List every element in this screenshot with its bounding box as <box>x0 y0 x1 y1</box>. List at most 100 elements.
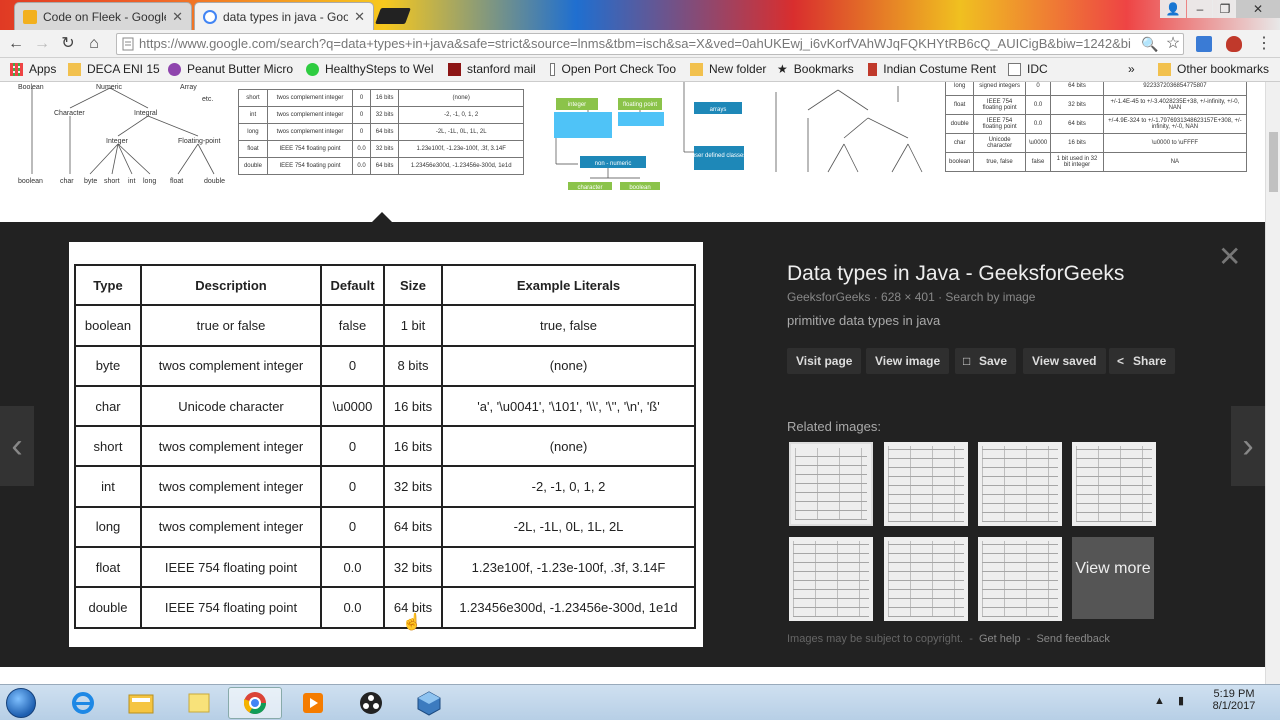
tab-title: Code on Fleek - Google <box>43 9 167 24</box>
forward-arrow-icon[interactable]: → <box>32 34 52 54</box>
image-info: Data types in Java - GeeksforGeeks Geeks… <box>787 262 1247 328</box>
save-button[interactable]: □ Save <box>955 348 1017 374</box>
close-tab-icon[interactable]: ✕ <box>172 9 183 25</box>
bookmark-indian-costume[interactable]: Indian Costume Rent <box>868 62 996 76</box>
table-cell: true or false <box>140 304 322 347</box>
type-tree-diagram-small <box>775 86 923 173</box>
scrollbar-thumb[interactable] <box>1269 132 1278 192</box>
mini-range-cell: 9223372036854775807 <box>1102 82 1248 96</box>
result-thumbnail-table[interactable]: short twos complement integer 0 16 bits (non… <box>238 82 526 190</box>
tree-leaf: char <box>60 178 74 185</box>
close-window-button[interactable]: ✕ <box>1236 0 1280 18</box>
tab-code-on-fleek[interactable]: Code on Fleek - Google ✕ <box>14 2 192 30</box>
new-tab-button[interactable] <box>375 8 411 24</box>
diagram-label: integer <box>568 102 586 108</box>
shield-extension-icon[interactable] <box>1226 36 1242 52</box>
view-more-button[interactable]: View more <box>1072 537 1154 619</box>
folder-icon <box>68 62 81 76</box>
chrome-icon[interactable] <box>228 687 282 719</box>
view-saved-button[interactable]: View saved <box>1023 348 1106 374</box>
related-image[interactable] <box>789 537 873 621</box>
next-image-arrow[interactable]: › <box>1231 406 1265 486</box>
bookmark-star-icon[interactable]: ☆ <box>1163 34 1183 54</box>
google-favicon-icon <box>203 9 217 24</box>
table-cell: int <box>74 465 142 508</box>
preview-image[interactable]: Type Description Default Size Example Li… <box>69 242 703 647</box>
address-bar[interactable]: https://www.google.com/search?q=data+typ… <box>116 33 1184 55</box>
related-image[interactable] <box>789 442 873 526</box>
mini-range-cell: 1 bit used in 32 bit integer <box>1050 152 1104 172</box>
bookmark-peanut-butter[interactable]: Peanut Butter Micro <box>168 62 293 76</box>
mini-range-cell: boolean <box>945 152 975 172</box>
mini-table-cell: 64 bits <box>369 157 400 175</box>
tray-expand-icon[interactable]: ▲ <box>1154 695 1165 707</box>
zoom-icon[interactable]: 🔍 <box>1140 34 1160 54</box>
page-scrollbar[interactable] <box>1265 82 1280 684</box>
table-cell: true, false <box>441 304 696 347</box>
user-profile-icon[interactable]: 👤 <box>1160 0 1186 18</box>
bookmark-open-port-check[interactable]: Open Port Check Too <box>550 62 676 76</box>
related-image[interactable] <box>884 537 968 621</box>
mini-table-cell: twos complement integer <box>266 106 354 124</box>
table-cell: 64 bits <box>383 505 443 549</box>
table-cell: 8 bits <box>383 344 443 387</box>
page-info-icon[interactable] <box>122 37 134 51</box>
minimize-button[interactable]: – <box>1187 0 1213 18</box>
image-title[interactable]: Data types in Java - GeeksforGeeks <box>787 262 1247 286</box>
result-thumbnail-diagram[interactable]: integer floating point arrays non - nume… <box>548 82 748 190</box>
share-button[interactable]: < Share <box>1109 348 1176 374</box>
sticky-notes-icon[interactable] <box>172 687 226 719</box>
result-thumbnail-table-2[interactable]: long signed integers 0 64 bits 9223372036854… <box>945 82 1249 184</box>
virtualbox-icon[interactable] <box>402 687 456 719</box>
mini-table-cell: IEEE 754 floating point <box>266 157 354 175</box>
related-image[interactable] <box>978 537 1062 621</box>
related-image[interactable] <box>884 442 968 526</box>
back-arrow-icon[interactable]: ← <box>6 34 26 54</box>
result-thumbnail-tree[interactable]: Boolean Numeric Array etc. Character Int… <box>10 82 230 190</box>
table-cell: twos complement integer <box>140 425 322 468</box>
get-help-link[interactable]: Get help <box>979 633 1021 645</box>
clock[interactable]: 5:19 PM 8/1/2017 <box>1206 688 1262 712</box>
table-cell: 1.23e100f, -1.23e-100f, .3f, 3.14F <box>441 546 696 589</box>
battery-icon[interactable]: ▮ <box>1178 694 1184 707</box>
bookmark-bookmarks[interactable]: ★ Bookmarks <box>777 62 854 76</box>
obs-icon[interactable] <box>344 687 398 719</box>
bookmark-idc[interactable]: IDC <box>1008 62 1048 76</box>
view-image-button[interactable]: View image <box>866 348 950 374</box>
result-thumbnail-tree-2[interactable] <box>758 82 934 190</box>
diagram-label: boolean <box>629 185 650 190</box>
menu-icon[interactable]: ⋮ <box>1254 34 1274 54</box>
data-types-table: Type Description Default Size Example Li… <box>74 263 696 629</box>
close-tab-icon[interactable]: ✕ <box>354 9 365 25</box>
extension-icon[interactable] <box>1196 36 1212 52</box>
mini-range-cell: +/-4.9E-324 to +/-1.7976931348623157E+30… <box>1102 114 1248 134</box>
data-type-flow-diagram: integer floating point arrays non - nume… <box>554 82 746 190</box>
mini-table-cell: twos complement integer <box>266 123 354 141</box>
bookmark-healthysteps[interactable]: HealthySteps to Wel <box>306 62 434 76</box>
bookmark-label: » <box>1128 62 1135 76</box>
column-header: Default <box>320 263 385 307</box>
bookmark-apps[interactable]: Apps <box>10 62 56 76</box>
restore-button[interactable]: ❐ <box>1212 0 1238 18</box>
reload-icon[interactable]: ↻ <box>58 34 78 54</box>
send-feedback-link[interactable]: Send feedback <box>1036 633 1109 645</box>
bookmark-icon: □ <box>963 354 971 368</box>
home-icon[interactable]: ⌂ <box>84 34 104 54</box>
visit-page-button[interactable]: Visit page <box>787 348 862 374</box>
tree-label: etc. <box>202 96 213 103</box>
bookmark-stanford-mail[interactable]: stanford mail <box>448 62 536 76</box>
related-image[interactable] <box>1072 442 1156 526</box>
bookmark-deca[interactable]: DECA ENI 15 <box>68 62 160 76</box>
tab-data-types-in-java[interactable]: data types in java - Goog ✕ <box>194 2 374 30</box>
file-explorer-icon[interactable] <box>114 687 168 719</box>
media-player-icon[interactable] <box>286 687 340 719</box>
diagram-label: non - numeric <box>595 161 632 167</box>
related-image[interactable] <box>978 442 1062 526</box>
start-button[interactable] <box>6 688 36 718</box>
internet-explorer-icon[interactable] <box>56 687 110 719</box>
previous-image-arrow[interactable]: ‹ <box>0 406 34 486</box>
mini-table-row: float IEEE 754 floating point 0.0 32 bits 1.… <box>238 140 524 158</box>
bookmark-new-folder[interactable]: New folder <box>690 62 766 76</box>
bookmark-other[interactable]: Other bookmarks <box>1158 62 1269 76</box>
bookmarks-overflow-button[interactable]: » <box>1128 62 1135 76</box>
